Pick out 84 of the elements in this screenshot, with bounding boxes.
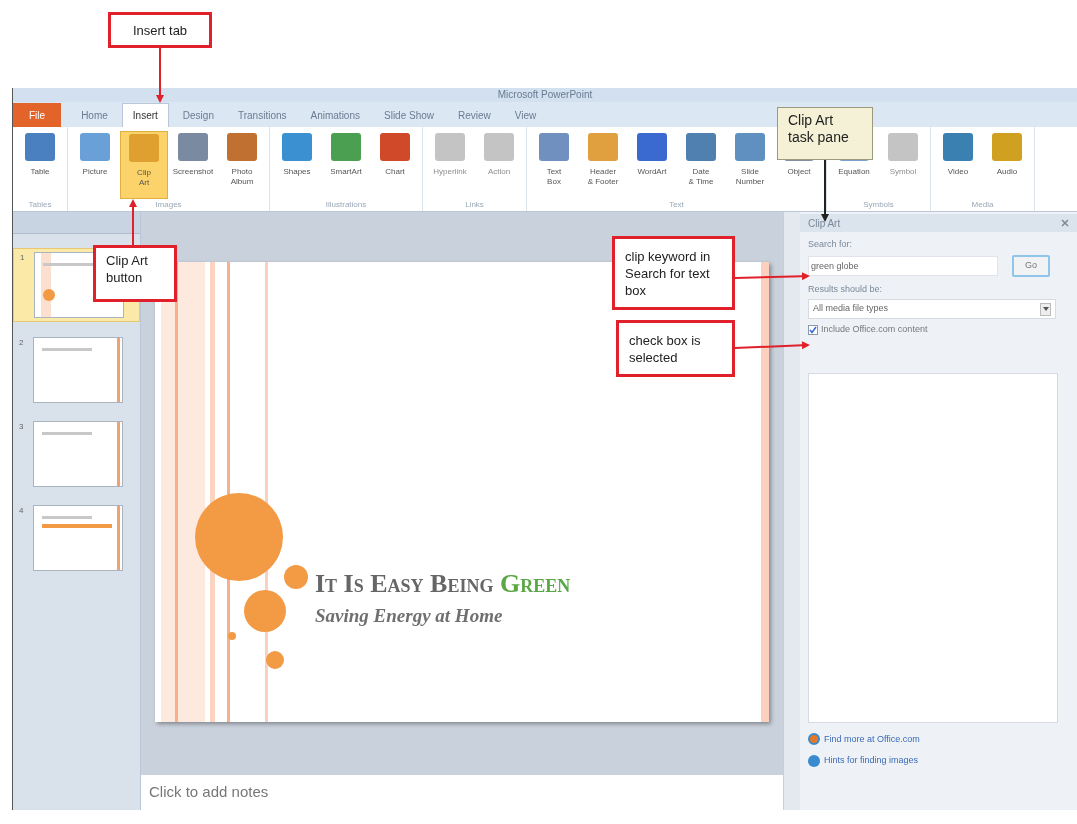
callout-tooltip: Insert tab xyxy=(108,12,212,48)
ribbon-icon xyxy=(992,133,1022,161)
ribbon-button[interactable]: Video xyxy=(934,131,982,199)
ribbon-button[interactable]: Shapes xyxy=(273,131,321,199)
callout-tooltip: check box is selected xyxy=(616,320,735,377)
slide-thumbnail-row[interactable]: 2 xyxy=(13,334,140,406)
file-tab[interactable]: File xyxy=(13,103,62,127)
ribbon-button[interactable]: Audio xyxy=(983,131,1031,199)
callout-arrow xyxy=(156,47,164,103)
ribbon-tab[interactable]: Review xyxy=(448,103,501,127)
ribbon-icon xyxy=(80,133,110,161)
slide-number: 1 xyxy=(20,252,26,264)
help-icon xyxy=(808,754,820,767)
ribbon-icon xyxy=(331,133,361,161)
slide-thumbnail[interactable] xyxy=(33,337,123,403)
group-label: Symbols xyxy=(862,199,895,211)
slide-number: 2 xyxy=(19,337,25,349)
slide-title: It Is Easy Being Green xyxy=(315,568,571,600)
ribbon-button[interactable]: Table xyxy=(16,131,64,199)
ribbon-icon xyxy=(637,133,667,161)
go-button[interactable]: Go xyxy=(1012,254,1050,277)
search-field[interactable]: green globe xyxy=(808,255,998,276)
ribbon-button[interactable]: Slide Number xyxy=(726,131,774,199)
callout-arrow xyxy=(129,199,137,246)
callout-tooltip: clip keyword in Search for text box xyxy=(612,236,735,310)
ribbon-button[interactable]: Chart xyxy=(371,131,419,199)
link[interactable]: Hints for finding images xyxy=(824,754,919,768)
group-label: Images xyxy=(154,199,183,211)
group-label: Links xyxy=(464,199,485,211)
ribbon-icon xyxy=(943,133,973,161)
pane-title: Clip Art xyxy=(808,216,841,231)
slide-subtitle: Saving Energy at Home xyxy=(315,604,503,628)
slide-thumbnail[interactable] xyxy=(33,421,123,487)
ribbon-icon xyxy=(25,133,55,161)
group-label: Tables xyxy=(27,199,53,211)
ribbon-tab[interactable]: Design xyxy=(172,103,224,127)
field-label: Search for: xyxy=(808,238,854,251)
ribbon-icon xyxy=(539,133,569,161)
ribbon-button[interactable]: Screenshot xyxy=(169,131,217,199)
ribbon-button[interactable]: WordArt xyxy=(628,131,676,199)
vertical-scrollbar[interactable] xyxy=(783,212,800,810)
checkbox[interactable] xyxy=(808,324,818,335)
globe-icon xyxy=(808,733,820,746)
ribbon-icon xyxy=(888,133,918,161)
ribbon-icon xyxy=(484,133,514,161)
callout-tooltip: Clip Art button xyxy=(93,245,177,302)
link[interactable]: Find more at Office.com xyxy=(824,732,920,746)
ribbon-button[interactable]: Text Box xyxy=(530,131,578,199)
close-icon[interactable] xyxy=(1061,219,1069,227)
ribbon-icon xyxy=(227,133,257,161)
slide-thumbnail[interactable] xyxy=(33,505,123,571)
group-label: Illustrations xyxy=(324,199,368,211)
ribbon-tab[interactable]: Slide Show xyxy=(374,103,444,127)
ribbon-button[interactable]: SmartArt xyxy=(322,131,370,199)
group-label: Text xyxy=(668,199,685,211)
ribbon-tab[interactable]: Transitions xyxy=(227,103,297,127)
ribbon-tab[interactable]: Home xyxy=(71,103,118,127)
ribbon-tab[interactable]: Animations xyxy=(300,103,370,127)
ribbon-icon xyxy=(735,133,765,161)
ribbon-icon xyxy=(380,133,410,161)
ribbon-tab[interactable]: Insert xyxy=(121,103,169,127)
ribbon-icon xyxy=(435,133,465,161)
ribbon-button[interactable]: Picture xyxy=(71,131,119,199)
ribbon-icon xyxy=(282,133,312,161)
group-label: Media xyxy=(970,199,995,211)
ribbon-icon xyxy=(686,133,716,161)
ribbon-icon xyxy=(129,134,159,162)
window-title: Microsoft PowerPoint xyxy=(497,90,593,100)
notes-field[interactable]: Click to add notes xyxy=(141,770,783,810)
slide-number: 4 xyxy=(19,505,25,517)
slide-thumbnail-row[interactable]: 4 xyxy=(13,502,140,574)
ribbon-button[interactable]: Clip Art xyxy=(120,131,168,199)
ribbon-icon xyxy=(178,133,208,161)
checkbox-label: Include Office.com content xyxy=(821,323,928,336)
ribbon-icon xyxy=(588,133,618,161)
ribbon-tab[interactable]: View xyxy=(504,103,547,127)
ribbon-button[interactable]: Photo Album xyxy=(218,131,266,199)
ribbon-button[interactable]: Date & Time xyxy=(677,131,725,199)
callout-tooltip: Clip Art task pane xyxy=(777,107,873,160)
results-dropdown[interactable]: All media file types xyxy=(808,299,1056,319)
ribbon-button[interactable]: Header & Footer xyxy=(579,131,627,199)
field-label: Results should be: xyxy=(808,282,884,296)
slide-number: 3 xyxy=(19,421,25,433)
slide-thumbnail-row[interactable]: 3 xyxy=(13,418,140,490)
